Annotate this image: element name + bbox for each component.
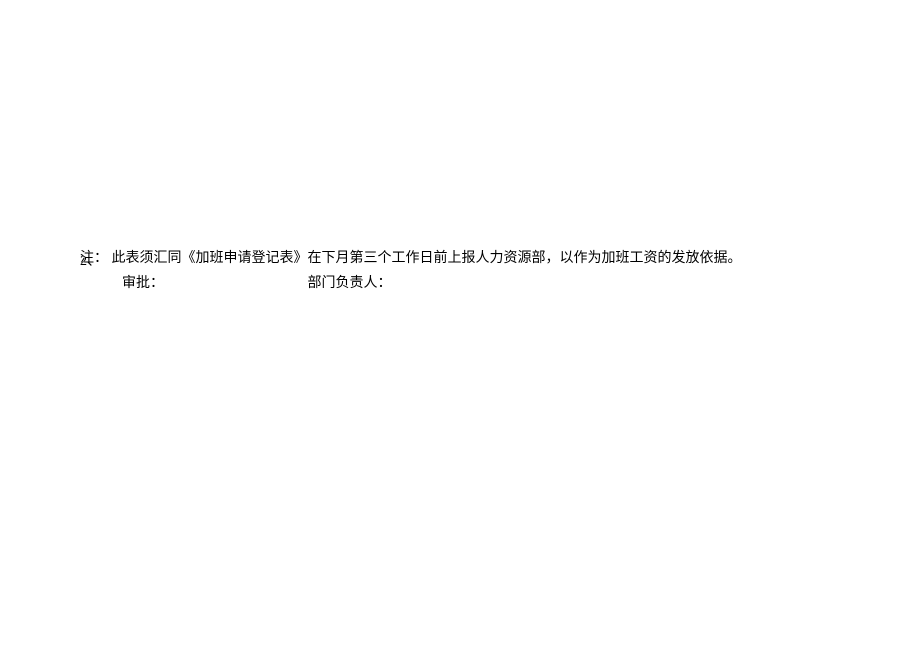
note-line: 注： 2、 此表须汇同《加班申请登记表》在下月第三个工作日前上报人力资源部，以作… <box>80 248 880 270</box>
note-prefix: 注： 2、 <box>80 251 112 266</box>
note-prefix-overlay: 2、 <box>80 251 101 273</box>
approval-label: 审批： <box>122 272 164 292</box>
signature-row: 审批： 部门负责人： <box>80 272 880 292</box>
document-content: 注： 2、 此表须汇同《加班申请登记表》在下月第三个工作日前上报人力资源部，以作… <box>80 248 880 292</box>
dept-head-label: 部门负责人： <box>308 272 392 292</box>
note-text: 此表须汇同《加班申请登记表》在下月第三个工作日前上报人力资源部，以作为加班工资的… <box>112 251 742 266</box>
